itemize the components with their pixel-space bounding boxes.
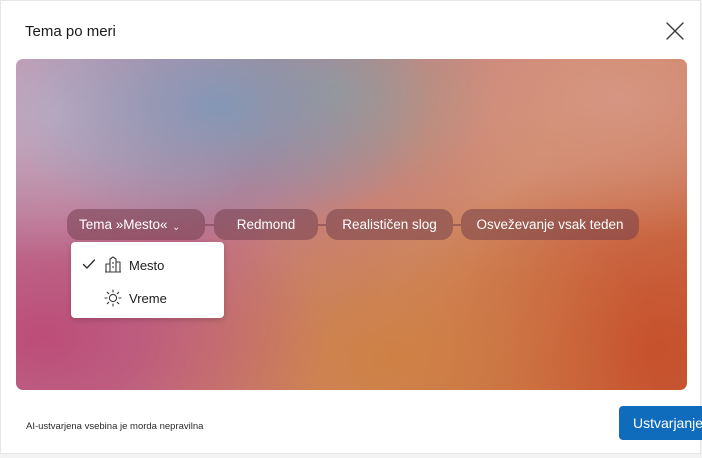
theme-preview: Tema »Mesto« ⌄ Redmond Realističen slog …: [16, 59, 687, 390]
refresh-frequency-chip[interactable]: Osveževanje vsak teden: [461, 209, 639, 240]
chip-connector: [453, 224, 461, 226]
dropdown-caret-icon: ⌄: [172, 222, 181, 233]
theme-type-chip[interactable]: Tema »Mesto« ⌄: [67, 209, 205, 240]
city-icon: [105, 256, 121, 273]
dropdown-item-city[interactable]: Mesto: [71, 248, 224, 282]
close-icon: [666, 22, 684, 40]
sun-icon: [104, 289, 122, 307]
style-label: Realističen slog: [342, 217, 437, 232]
theme-type-label: Tema »Mesto«: [79, 217, 168, 232]
custom-theme-dialog: Tema po meri Tema »Mesto« ⌄ Redmond Real…: [0, 0, 702, 454]
style-chip[interactable]: Realističen slog: [326, 209, 453, 240]
checkmark-icon: [82, 259, 96, 269]
theme-type-dropdown: Mesto Vreme: [71, 242, 224, 318]
refresh-frequency-label: Osveževanje vsak teden: [476, 217, 624, 232]
location-label: Redmond: [236, 217, 296, 232]
create-button[interactable]: Ustvarjanje: [619, 406, 702, 440]
dialog-title: Tema po meri: [25, 23, 116, 40]
chip-connector: [318, 224, 326, 226]
ai-disclaimer: AI-ustvarjena vsebina je morda nepraviln…: [26, 421, 204, 432]
dropdown-item-label: Vreme: [129, 291, 167, 306]
location-chip[interactable]: Redmond: [214, 209, 318, 240]
chip-connector: [205, 224, 214, 226]
close-button[interactable]: [661, 17, 689, 45]
dropdown-item-weather[interactable]: Vreme: [71, 282, 224, 316]
dropdown-item-label: Mesto: [129, 258, 165, 273]
